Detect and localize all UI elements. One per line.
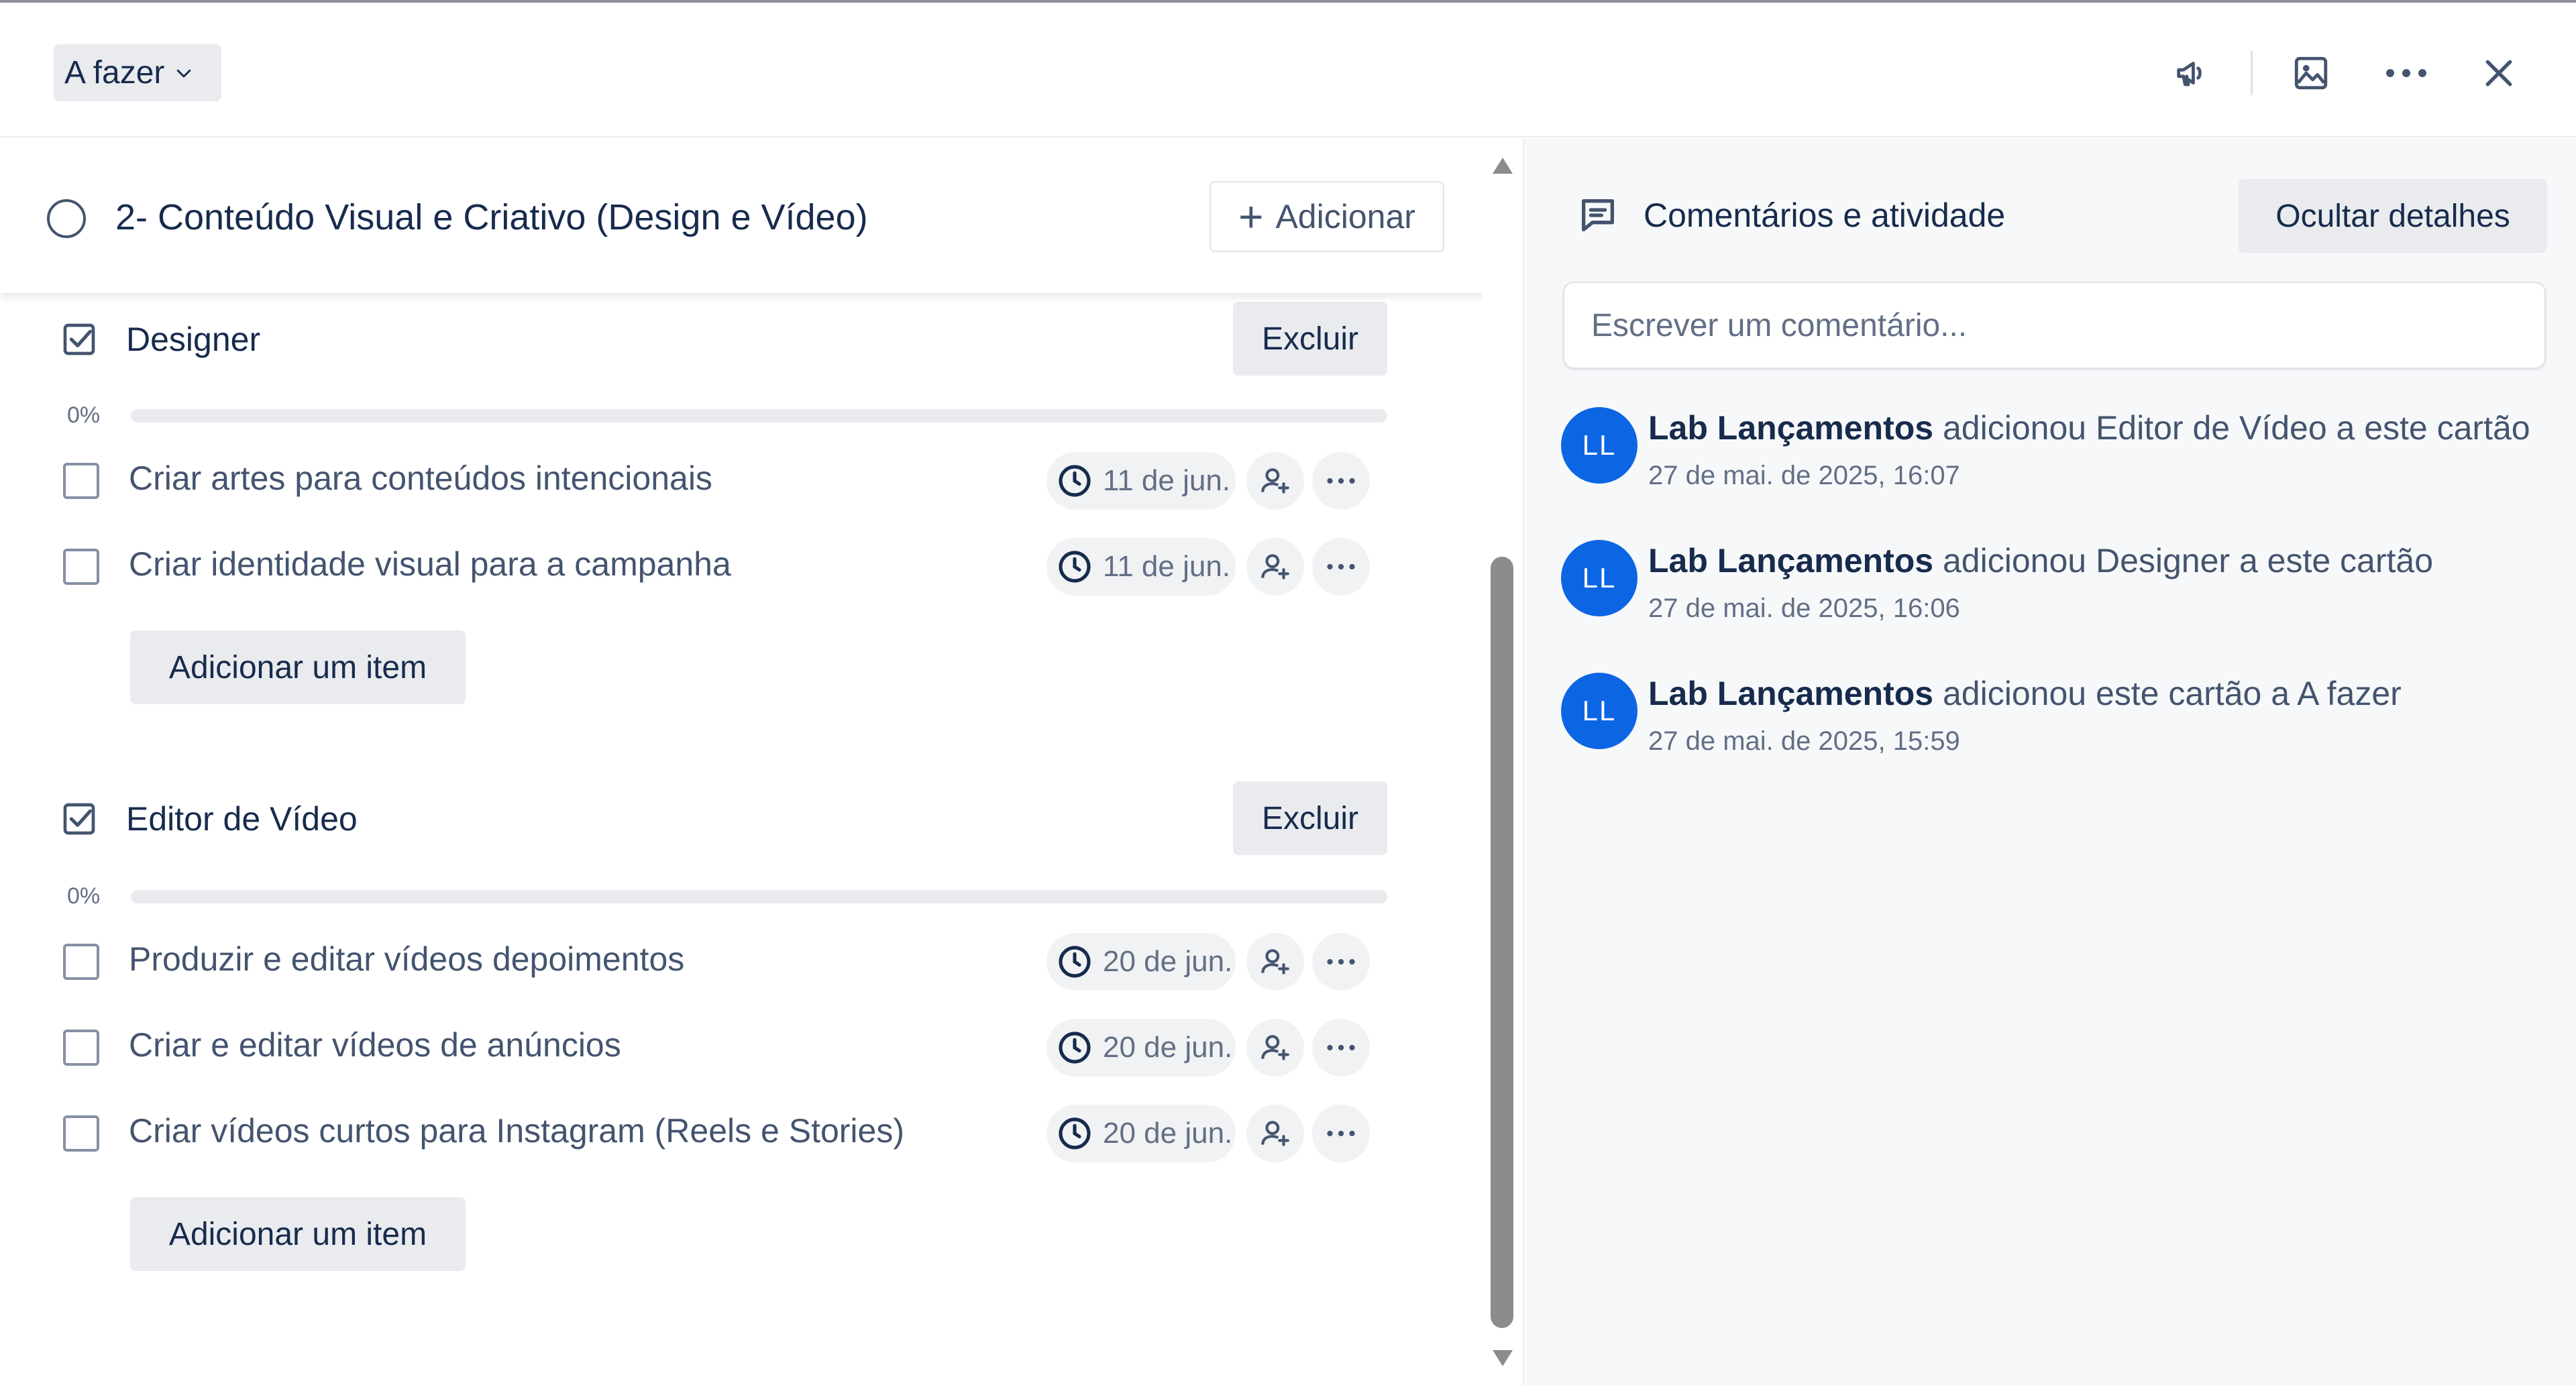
checklist-item: Criar artes para conteúdos intencionais … bbox=[0, 443, 1409, 516]
checklist-item: Criar vídeos curtos para Instagram (Reel… bbox=[0, 1095, 1409, 1169]
clock-icon bbox=[1059, 465, 1091, 497]
activity-action: adicionou este cartão a A fazer bbox=[1933, 675, 2402, 712]
card-top-bar: A fazer bbox=[0, 0, 2576, 137]
delete-checklist-button[interactable]: Excluir bbox=[1233, 781, 1387, 855]
add-item-button[interactable]: Adicionar um item bbox=[130, 1197, 466, 1271]
comment-icon bbox=[1582, 199, 1614, 231]
list-selector[interactable]: A fazer bbox=[54, 44, 221, 101]
activity-user[interactable]: Lab Lançamentos bbox=[1648, 542, 1933, 579]
item-label[interactable]: Criar e editar vídeos de anúncios bbox=[129, 1026, 621, 1064]
checklist-icon bbox=[63, 323, 95, 355]
assign-member-icon[interactable] bbox=[1246, 1019, 1304, 1076]
activity-timestamp[interactable]: 27 de mai. de 2025, 16:07 bbox=[1648, 461, 1960, 491]
comments-title: Comentários e atividade bbox=[1644, 197, 2006, 234]
checklist-item: Criar e editar vídeos de anúncios 20 de … bbox=[0, 1009, 1409, 1083]
add-button[interactable]: + Adicionar bbox=[1210, 181, 1444, 252]
clock-icon bbox=[1059, 1117, 1091, 1150]
image-icon[interactable] bbox=[2288, 50, 2334, 97]
activity-action: adicionou Editor de Vídeo a este cartão bbox=[1933, 409, 2530, 447]
avatar[interactable]: LL bbox=[1561, 673, 1638, 749]
item-more-icon[interactable] bbox=[1312, 1019, 1370, 1076]
item-more-icon[interactable] bbox=[1312, 538, 1370, 596]
due-date-badge[interactable]: 11 de jun. bbox=[1046, 538, 1236, 596]
item-label[interactable]: Criar identidade visual para a campanha bbox=[129, 545, 731, 584]
due-date-label: 20 de jun. bbox=[1103, 1117, 1233, 1150]
checklist-item: Criar identidade visual para a campanha … bbox=[0, 529, 1409, 602]
progress-percent: 0% bbox=[67, 883, 101, 909]
card-main-pane: 2- Conteúdo Visual e Criativo (Design e … bbox=[0, 139, 1483, 1385]
activity-text: Lab Lançamentos adicionou Designer a est… bbox=[1648, 541, 2433, 580]
item-label[interactable]: Criar vídeos curtos para Instagram (Reel… bbox=[129, 1111, 904, 1150]
due-date-label: 20 de jun. bbox=[1103, 945, 1233, 978]
more-icon[interactable] bbox=[2383, 50, 2430, 97]
checklist-item: Produzir e editar vídeos depoimentos 20 … bbox=[0, 924, 1409, 997]
item-checkbox[interactable] bbox=[63, 549, 99, 585]
clock-icon bbox=[1059, 946, 1091, 978]
item-label[interactable]: Produzir e editar vídeos depoimentos bbox=[129, 940, 684, 979]
checklist-progress-bar bbox=[131, 409, 1387, 423]
assign-member-icon[interactable] bbox=[1246, 933, 1304, 991]
scrollbar-thumb[interactable] bbox=[1491, 557, 1513, 1328]
activity-timestamp[interactable]: 27 de mai. de 2025, 16:06 bbox=[1648, 594, 1960, 624]
card-header: 2- Conteúdo Visual e Criativo (Design e … bbox=[0, 139, 1483, 293]
item-checkbox[interactable] bbox=[63, 1115, 99, 1152]
item-more-icon[interactable] bbox=[1312, 452, 1370, 510]
checklist-header: Designer bbox=[60, 320, 260, 359]
plus-icon: + bbox=[1238, 192, 1264, 241]
activity-user[interactable]: Lab Lançamentos bbox=[1648, 409, 1933, 447]
checklist-header: Editor de Vídeo bbox=[60, 799, 358, 838]
card-title[interactable]: 2- Conteúdo Visual e Criativo (Design e … bbox=[115, 197, 868, 238]
complete-circle-icon[interactable] bbox=[47, 199, 86, 238]
comments-pane: Comentários e atividade Ocultar detalhes… bbox=[1523, 139, 2576, 1385]
clock-icon bbox=[1059, 1032, 1091, 1064]
due-date-label: 20 de jun. bbox=[1103, 1031, 1233, 1064]
item-checkbox[interactable] bbox=[63, 1030, 99, 1066]
checklist-progress-bar bbox=[131, 890, 1387, 903]
comment-input[interactable] bbox=[1563, 282, 2546, 369]
item-label[interactable]: Criar artes para conteúdos intencionais bbox=[129, 459, 712, 498]
activity-text: Lab Lançamentos adicionou Editor de Víde… bbox=[1648, 408, 2530, 447]
activity-timestamp[interactable]: 27 de mai. de 2025, 15:59 bbox=[1648, 726, 1960, 757]
chevron-down-icon bbox=[177, 69, 191, 77]
item-checkbox[interactable] bbox=[63, 463, 99, 499]
delete-checklist-button[interactable]: Excluir bbox=[1233, 302, 1387, 376]
checklist-title[interactable]: Editor de Vídeo bbox=[126, 799, 358, 838]
avatar[interactable]: LL bbox=[1561, 540, 1638, 616]
activity-text: Lab Lançamentos adicionou este cartão a … bbox=[1648, 674, 2402, 713]
close-icon[interactable] bbox=[2475, 50, 2522, 97]
add-item-button[interactable]: Adicionar um item bbox=[130, 630, 466, 704]
activity-entry: LL Lab Lançamentos adicionou este cartão… bbox=[1561, 673, 2567, 773]
item-more-icon[interactable] bbox=[1312, 1105, 1370, 1162]
due-date-label: 11 de jun. bbox=[1103, 550, 1231, 583]
due-date-badge[interactable]: 11 de jun. bbox=[1046, 452, 1236, 510]
add-button-label: Adicionar bbox=[1275, 198, 1415, 235]
avatar[interactable]: LL bbox=[1561, 407, 1638, 484]
activity-action: adicionou Designer a este cartão bbox=[1933, 542, 2434, 579]
toolbar-divider bbox=[2251, 51, 2253, 95]
list-selector-label: A fazer bbox=[64, 55, 165, 91]
item-checkbox[interactable] bbox=[63, 944, 99, 980]
checklist-title[interactable]: Designer bbox=[126, 320, 260, 359]
assign-member-icon[interactable] bbox=[1246, 452, 1304, 510]
due-date-label: 11 de jun. bbox=[1103, 464, 1231, 497]
progress-percent: 0% bbox=[67, 402, 101, 428]
activity-entry: LL Lab Lançamentos adicionou Editor de V… bbox=[1561, 407, 2567, 508]
due-date-badge[interactable]: 20 de jun. bbox=[1046, 1105, 1236, 1162]
megaphone-icon[interactable] bbox=[2168, 50, 2215, 97]
item-more-icon[interactable] bbox=[1312, 933, 1370, 991]
scroll-down-icon[interactable] bbox=[1491, 1348, 1515, 1368]
activity-entry: LL Lab Lançamentos adicionou Designer a … bbox=[1561, 540, 2567, 641]
hide-details-button[interactable]: Ocultar detalhes bbox=[2239, 179, 2547, 253]
activity-user[interactable]: Lab Lançamentos bbox=[1648, 675, 1933, 712]
assign-member-icon[interactable] bbox=[1246, 538, 1304, 596]
comments-header: Comentários e atividade bbox=[1576, 194, 2005, 237]
checklist-icon bbox=[63, 803, 95, 835]
scroll-up-icon[interactable] bbox=[1491, 156, 1515, 176]
due-date-badge[interactable]: 20 de jun. bbox=[1046, 933, 1236, 991]
clock-icon bbox=[1059, 551, 1091, 583]
due-date-badge[interactable]: 20 de jun. bbox=[1046, 1019, 1236, 1076]
assign-member-icon[interactable] bbox=[1246, 1105, 1304, 1162]
